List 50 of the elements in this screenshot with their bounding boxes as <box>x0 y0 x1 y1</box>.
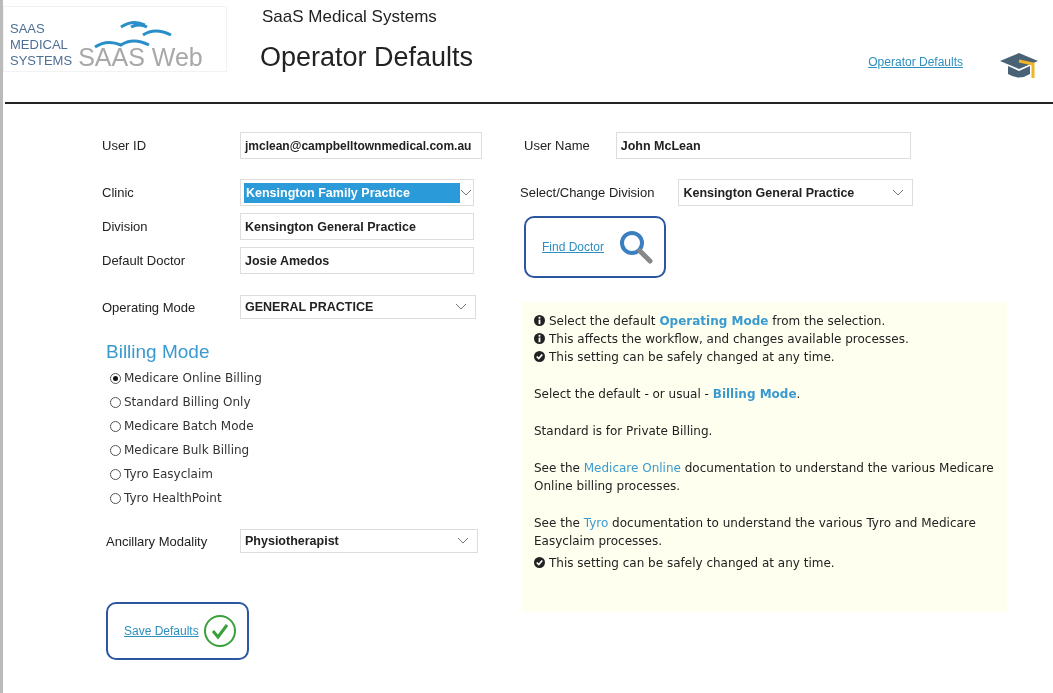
help-text: See the Medicare Online documentation to understand the various Medicare Online billing processes. <box>534 460 995 495</box>
info-icon <box>534 315 545 326</box>
field-label: Clinic <box>102 185 135 200</box>
dropdown[interactable]: GENERAL PRACTICE <box>240 295 476 319</box>
help-text: This setting can be safely changed at any time. <box>549 555 835 572</box>
search-icon <box>618 229 654 265</box>
field-label: Operating Mode <box>102 299 197 315</box>
logo-text: SYSTEMS <box>10 53 73 69</box>
field-label: Ancillary Modality <box>106 533 209 549</box>
radio-option[interactable]: Medicare Batch Mode <box>110 414 482 438</box>
input-field[interactable]: Josie Amedos <box>240 247 474 274</box>
help-text: Standard is for Private Billing. <box>534 423 713 440</box>
page-title: Operator Defaults <box>260 42 474 73</box>
input-field[interactable]: jmclean@campbelltownmedical.com.au <box>240 132 482 159</box>
company-name: SaaS Medical Systems <box>262 7 438 27</box>
field-label: User Name <box>524 138 590 153</box>
operator-defaults-link[interactable]: Operator Defaults <box>868 55 963 69</box>
logo-text: MEDICAL <box>10 37 69 53</box>
help-text: This setting can be safely changed at any time. <box>549 349 835 366</box>
info-icon <box>534 333 545 344</box>
check-circle-icon <box>534 351 545 362</box>
dropdown[interactable]: Kensington General Practice <box>678 179 914 206</box>
checkmark-icon <box>203 614 237 648</box>
help-text: Select the default - or usual - Billing Mode. <box>534 386 801 403</box>
input-field[interactable]: John McLean <box>615 132 911 159</box>
help-text: Select the default Operating Mode from the selection. <box>549 313 886 330</box>
logo-text: SAAS <box>10 21 46 37</box>
input-field[interactable]: Kensington General Practice <box>240 213 474 240</box>
section-heading: Billing Mode <box>106 341 211 363</box>
chevron-down-icon <box>455 303 467 311</box>
help-text: This affects the workflow, and changes available processes. <box>549 331 909 348</box>
chevron-down-icon <box>457 537 469 545</box>
chevron-down-icon <box>459 188 472 197</box>
field-label: Division <box>102 219 149 234</box>
radio-option[interactable]: Tyro Easyclaim <box>110 462 482 486</box>
field-label: User ID <box>102 138 148 153</box>
field-label: Default Doctor <box>102 253 187 268</box>
find-doctor-button[interactable]: Find Doctor <box>524 216 666 278</box>
field-label: Select/Change Division <box>520 185 655 200</box>
radio-option[interactable]: Standard Billing Only <box>110 390 482 414</box>
graduation-cap-icon[interactable] <box>999 50 1039 80</box>
chevron-down-icon <box>892 188 905 197</box>
check-circle-icon <box>534 557 545 568</box>
dropdown[interactable]: Physiotherapist <box>240 529 478 553</box>
radio-option[interactable]: Medicare Bulk Billing <box>110 438 482 462</box>
logo-wordmark: SAAS Web <box>78 43 203 71</box>
radio-option[interactable]: Medicare Online Billing <box>110 366 482 390</box>
save-defaults-button[interactable]: Save Defaults <box>106 602 249 660</box>
help-text: See the Tyro documentation to understand the various Tyro and Medicare Easyclaim processes. <box>534 515 977 550</box>
radio-option[interactable]: Tyro HealthPoint <box>110 486 482 510</box>
